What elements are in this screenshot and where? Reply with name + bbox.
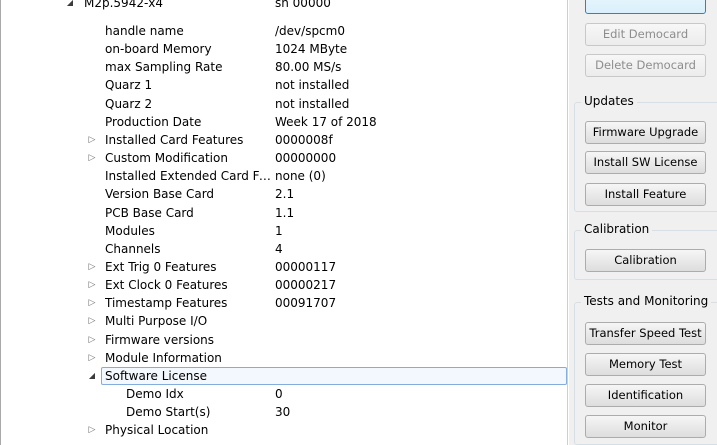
tree-row-label: Ext Trig 0 Features — [105, 259, 217, 274]
tree-row-value: 1024 MByte — [275, 42, 348, 57]
tree-row-label: Installed Card Features — [105, 132, 244, 147]
tree-row[interactable]: ▷ Timestamp Features 00091707 — [1, 294, 567, 312]
tree-row-value: 00091707 — [275, 296, 337, 311]
tree-row-label: Quarz 2 — [105, 96, 153, 111]
tree-row-value: 2.1 — [275, 187, 295, 202]
cut-off-top-button[interactable] — [585, 0, 706, 14]
tree-row-card[interactable]: ◢ M2p.5942-x4 sn 00000 — [1, 0, 567, 18]
tree-row-value: /dev/spcm0 — [275, 24, 345, 38]
tree-row-value: 00000217 — [275, 278, 337, 293]
tree-row-value: none (0) — [275, 169, 326, 184]
tree-row-label: Version Base Card — [105, 187, 215, 202]
collapsed-arrow-icon[interactable]: ▷ — [87, 294, 97, 312]
collapsed-arrow-icon[interactable]: ▷ — [87, 258, 97, 276]
card-name-label: M2p.5942-x4 — [84, 0, 164, 10]
tree-row-value: Week 17 of 2018 — [275, 114, 377, 129]
tree-row[interactable]: ▷ Ext Clock 0 Features 00000217 — [1, 276, 567, 294]
delete-democard-button[interactable]: Delete Democard — [585, 54, 706, 77]
tree-row-value: 80.00 MS/s — [275, 60, 342, 75]
tree-row[interactable]: ▷ Physical Location — [1, 421, 567, 439]
tree-row-label: Installed Extended Card Fea... — [105, 169, 271, 184]
collapsed-arrow-icon[interactable]: ▷ — [87, 331, 97, 349]
tests-monitoring-group-title: Tests and Monitoring — [581, 294, 712, 308]
expanded-arrow-icon[interactable]: ◢ — [87, 367, 97, 385]
tree-row-label: max Sampling Rate — [105, 60, 223, 75]
expanded-arrow-icon[interactable]: ◢ — [65, 0, 75, 12]
calibration-group-title: Calibration — [581, 222, 653, 236]
tree-row[interactable]: Installed Extended Card Fea... none (0) — [1, 167, 567, 185]
tree-row-label: Modules — [105, 223, 155, 238]
tree-row[interactable]: ▷ Ext Trig 0 Features 00000117 — [1, 258, 567, 276]
tree-row-value: 00000117 — [275, 259, 337, 274]
tree-row[interactable]: on-board Memory 1024 MByte — [1, 40, 567, 58]
tree-row-label: Physical Location — [105, 423, 209, 438]
tree-child-row[interactable]: Demo Idx 0 — [1, 385, 567, 403]
tree-row-label: Demo Start(s) — [126, 405, 211, 420]
tree-row-value: 0 — [275, 387, 283, 401]
tree-row-label: PCB Base Card — [105, 205, 194, 220]
tree-row[interactable]: Quarz 2 not installed — [1, 95, 567, 113]
firmware-upgrade-button[interactable]: Firmware Upgrade — [585, 121, 706, 144]
tree-row[interactable]: ◢ Software License — [1, 366, 567, 385]
tree-row[interactable]: Version Base Card 2.1 — [1, 185, 567, 203]
tree-row-label: Demo Idx — [126, 387, 184, 401]
card-serial-value: sn 00000 — [275, 0, 331, 10]
tree-row[interactable]: ▷ Multi Purpose I/O — [1, 312, 567, 330]
monitor-button[interactable]: Monitor — [585, 415, 706, 438]
tree-row[interactable]: Production Date Week 17 of 2018 — [1, 113, 567, 131]
tree-row-value: 00000000 — [275, 151, 337, 166]
tree-row-label: Production Date — [105, 114, 202, 129]
tree-row-value: 1.1 — [275, 205, 295, 220]
tree-row-label: Timestamp Features — [105, 296, 228, 311]
tree-row-label: handle name — [105, 24, 184, 38]
tree-row-label: Quarz 1 — [105, 78, 153, 93]
tree-row[interactable]: ▷ Module Information — [1, 349, 567, 367]
tree-row-label: Custom Modification — [105, 151, 228, 166]
tree-row-value: not installed — [275, 78, 350, 93]
tree-row-label: Firmware versions — [105, 332, 215, 347]
updates-group-title: Updates — [581, 94, 637, 108]
tree-row[interactable]: ▷ Installed Card Features 0000008f — [1, 131, 567, 149]
install-sw-license-button[interactable]: Install SW License — [585, 151, 706, 174]
tree-row[interactable]: PCB Base Card 1.1 — [1, 204, 567, 222]
tree-row[interactable]: Channels 4 — [1, 240, 567, 258]
tree-row-label: Multi Purpose I/O — [105, 314, 208, 329]
calibration-button[interactable]: Calibration — [585, 249, 706, 272]
tree-child-row[interactable]: Demo Start(s) 30 — [1, 403, 567, 421]
tree-row-value: 30 — [275, 405, 291, 420]
collapsed-arrow-icon[interactable]: ▷ — [87, 149, 97, 167]
edit-democard-button[interactable]: Edit Democard — [585, 23, 706, 46]
collapsed-arrow-icon[interactable]: ▷ — [87, 349, 97, 367]
tree-row-label: Module Information — [105, 350, 222, 365]
collapsed-arrow-icon[interactable]: ▷ — [87, 276, 97, 294]
card-tree-view[interactable]: ◢ M2p.5942-x4 sn 00000 handle name/dev/s… — [0, 0, 568, 445]
collapsed-arrow-icon[interactable]: ▷ — [87, 421, 97, 439]
tree-row-value: not installed — [275, 96, 350, 111]
transfer-speed-test-button[interactable]: Transfer Speed Test — [585, 322, 706, 345]
tree-row-label: on-board Memory — [105, 42, 212, 57]
collapsed-arrow-icon[interactable]: ▷ — [87, 312, 97, 330]
tree-row[interactable]: max Sampling Rate 80.00 MS/s — [1, 58, 567, 76]
tree-row-label: Software License — [105, 368, 207, 383]
tree-row-value: 4 — [275, 241, 283, 256]
memory-test-button[interactable]: Memory Test — [585, 353, 706, 376]
collapsed-arrow-icon[interactable]: ▷ — [87, 131, 97, 149]
install-feature-button[interactable]: Install Feature — [585, 183, 706, 206]
tree-row[interactable]: Quarz 1 not installed — [1, 76, 567, 94]
tree-row[interactable]: ▷ Custom Modification 00000000 — [1, 149, 567, 167]
tree-row-label: Ext Clock 0 Features — [105, 278, 228, 293]
tree-row[interactable]: handle name/dev/spcm0 — [1, 22, 567, 40]
tree-row-value: 1 — [275, 223, 283, 238]
actions-pane: Edit Democard Delete Democard Updates Fi… — [569, 0, 717, 445]
tree-row-label: Channels — [105, 241, 161, 256]
tree-row-value: 0000008f — [275, 132, 333, 147]
tree-row[interactable]: ▷ Firmware versions — [1, 331, 567, 349]
identification-button[interactable]: Identification — [585, 384, 706, 407]
tree-row[interactable]: Modules 1 — [1, 222, 567, 240]
